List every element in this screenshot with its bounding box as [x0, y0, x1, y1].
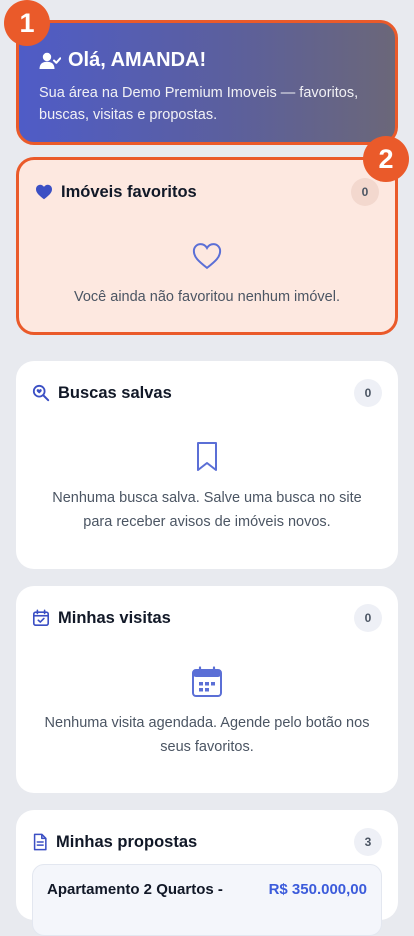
visits-title: Minhas visitas: [58, 608, 171, 627]
user-check-icon: [39, 52, 61, 70]
step-marker-2: 2: [363, 136, 409, 182]
heart-outline-icon: [192, 242, 222, 270]
welcome-card: Olá, AMANDA! Sua área na Demo Premium Im…: [16, 20, 398, 145]
welcome-subtitle: Sua área na Demo Premium Imoveis — favor…: [39, 85, 359, 123]
saved-searches-card: Buscas salvas 0 Nenhuma busca salva. Sal…: [16, 361, 398, 569]
heart-icon: [35, 184, 53, 200]
proposals-title: Minhas propostas: [56, 832, 198, 851]
saved-searches-empty-line-2: para receber avisos de imóveis novos.: [83, 514, 331, 530]
bookmark-icon: [195, 441, 219, 473]
search-heart-icon: [32, 384, 50, 402]
visits-count-badge: 0: [354, 604, 382, 632]
proposals-count-badge: 3: [354, 828, 382, 856]
saved-searches-title: Buscas salvas: [58, 383, 172, 402]
visits-card: Minhas visitas 0 Nenhuma visita agendada…: [16, 586, 398, 793]
proposal-item-title: Apartamento 2 Quartos -: [47, 881, 223, 898]
calendar-icon: [191, 666, 223, 698]
visits-empty-line-1: Nenhuma visita agendada. Agende pelo bot…: [44, 715, 370, 731]
calendar-check-icon: [32, 609, 50, 627]
proposal-item[interactable]: Apartamento 2 Quartos - R$ 350.000,00: [32, 864, 382, 936]
proposals-card: Minhas propostas 3 Apartamento 2 Quartos…: [16, 810, 398, 936]
favorites-title: Imóveis favoritos: [61, 182, 197, 201]
saved-searches-count-badge: 0: [354, 379, 382, 407]
visits-empty-line-2: seus favoritos.: [160, 739, 254, 755]
favorites-card: Imóveis favoritos 0 Você ainda não favor…: [16, 157, 398, 335]
saved-searches-empty-line-1: Nenhuma busca salva. Salve uma busca no …: [52, 490, 362, 506]
step-marker-1: 1: [4, 0, 50, 46]
favorites-count-badge: 0: [351, 178, 379, 206]
favorites-empty-text: Você ainda não favoritou nenhum imóvel.: [73, 289, 340, 305]
welcome-title: Olá, AMANDA!: [68, 49, 207, 71]
proposal-item-price: R$ 350.000,00: [268, 881, 367, 898]
document-icon: [32, 833, 48, 851]
